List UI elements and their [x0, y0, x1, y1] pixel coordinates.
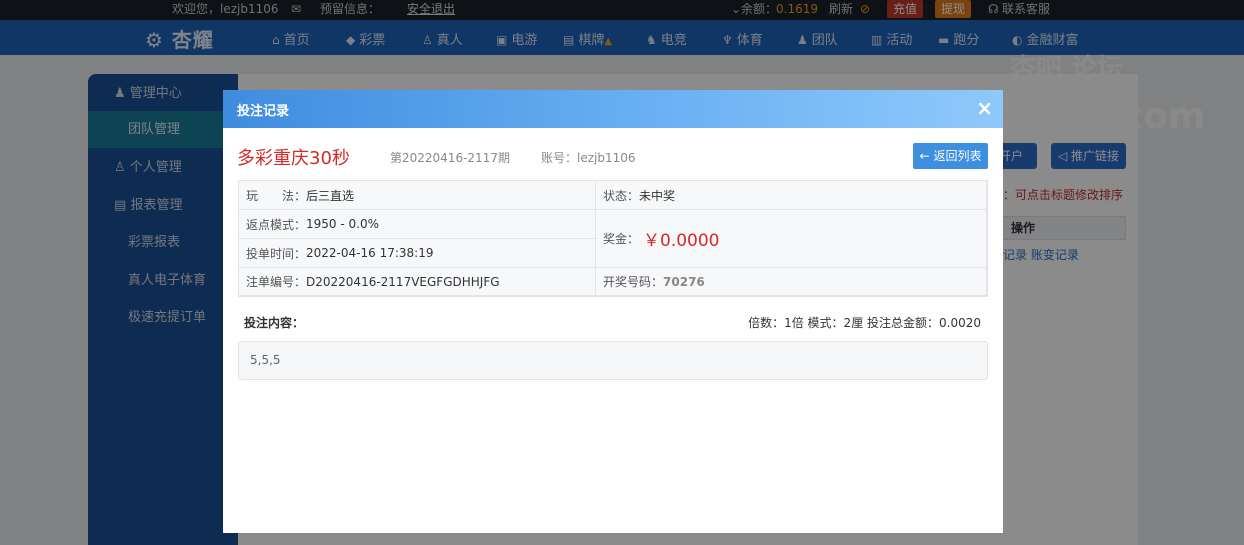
play-label: 玩 法：: [246, 188, 307, 203]
bet-info-grid: 玩 法： 后三直选 状态： 未中奖 返点模式： 1950 - 0.0% 奖金： ￥0.0…: [238, 180, 988, 297]
back-to-list-button[interactable]: ← 返回列表: [913, 143, 988, 169]
prize-value: ￥0.0000: [643, 231, 720, 251]
bet-summary: 倍数：1倍 模式：2厘 投注总金额：0.0020: [748, 316, 981, 330]
draw-number-cell: 开奖号码： 70276: [596, 268, 987, 296]
bet-content-box: 5,5,5: [238, 341, 988, 380]
bet-record-modal: 投注记录 × 多彩重庆30秒 第20220416-2117期 账号：lezjb1…: [223, 90, 1003, 533]
rebate-value: 1950 - 0.0%: [306, 217, 379, 231]
modal-title: 投注记录: [237, 104, 290, 119]
play-value: 后三直选: [306, 188, 355, 203]
time-label: 投单时间：: [246, 246, 307, 261]
bet-time-cell: 投单时间： 2022-04-16 17:38:19: [239, 239, 596, 268]
order-label: 注单编号：: [246, 275, 307, 289]
lottery-name: 多彩重庆30秒: [237, 148, 350, 169]
order-value: D20220416-2117VEGFGDHHJFG: [306, 274, 500, 289]
account-label: 账号：lezjb1106: [541, 151, 636, 165]
draw-value: 70276: [663, 274, 705, 289]
back-button-label: 返回列表: [933, 149, 982, 163]
time-value: 2022-04-16 17:38:19: [306, 246, 434, 260]
draw-label: 开奖号码：: [603, 275, 664, 289]
play-type-cell: 玩 法： 后三直选: [239, 181, 596, 210]
order-number-cell: 注单编号： D20220416-2117VEGFGDHHJFG: [239, 268, 596, 296]
arrow-left-icon: ←: [919, 149, 930, 163]
rebate-cell: 返点模式： 1950 - 0.0%: [239, 210, 596, 239]
modal-header: 投注记录 ×: [223, 90, 1003, 128]
rebate-label: 返点模式：: [246, 217, 307, 232]
close-icon[interactable]: ×: [976, 96, 993, 120]
issue-number: 第20220416-2117期: [390, 151, 510, 165]
bet-content-label: 投注内容：: [244, 316, 305, 330]
status-value: 未中奖: [639, 188, 676, 203]
status-label: 状态：: [603, 188, 640, 203]
prize-label: 奖金：: [603, 232, 640, 246]
status-cell: 状态： 未中奖: [596, 181, 987, 210]
prize-cell: 奖金： ￥0.0000: [596, 210, 987, 268]
